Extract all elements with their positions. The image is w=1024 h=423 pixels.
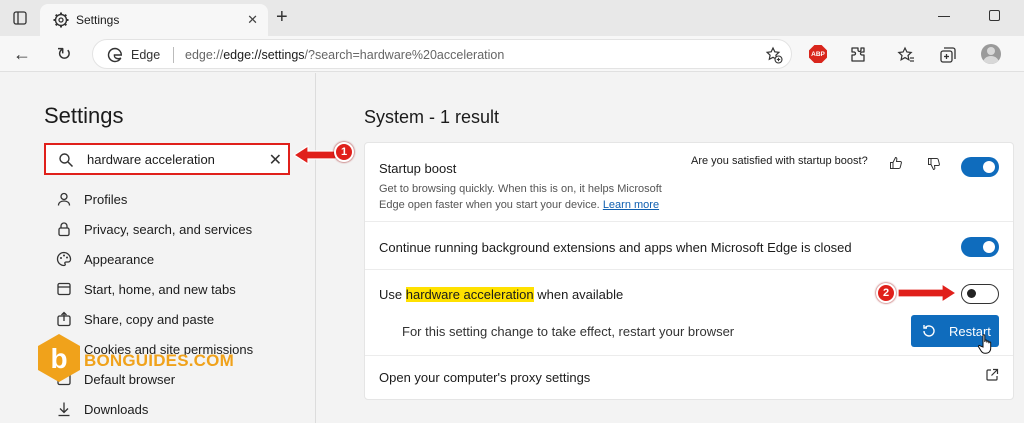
thumbs-down-icon[interactable] [927, 157, 941, 171]
annotation-badge-1: 1 [334, 142, 354, 162]
startup-boost-desc-line2-wrap: Edge open faster when you start your dev… [379, 197, 662, 213]
annotation-arrow-2 [897, 282, 958, 304]
search-highlight: hardware acceleration [405, 287, 534, 302]
search-icon [59, 153, 74, 168]
site-identity-label: Edge [131, 48, 161, 62]
background-apps-label: Continue running background extensions a… [379, 240, 852, 255]
profile-avatar[interactable] [981, 44, 1001, 64]
minimize-icon[interactable] [938, 16, 950, 17]
sidebar-item-share[interactable]: Share, copy and paste [56, 309, 306, 329]
divider [365, 355, 1013, 356]
sidebar-item-label: Appearance [84, 252, 155, 267]
hardware-acceleration-toggle[interactable] [961, 284, 999, 304]
settings-search-input[interactable]: hardware acceleration ✕ [44, 143, 290, 175]
sidebar-item-label: Downloads [84, 402, 149, 417]
tab-settings[interactable]: Settings ✕ [40, 4, 268, 36]
background-apps-toggle[interactable] [961, 237, 999, 257]
address-divider [173, 47, 174, 63]
hw-suffix: when available [533, 287, 624, 302]
lock-icon [58, 222, 70, 237]
clear-search-icon[interactable]: ✕ [269, 150, 282, 170]
bonguides-logo-icon: b [38, 334, 80, 382]
thumbs-up-icon[interactable] [889, 156, 903, 170]
download-icon [58, 402, 70, 417]
startup-boost-description: Get to browsing quickly. When this is on… [379, 181, 662, 213]
profile-icon [57, 192, 71, 206]
startup-boost-desc-line2: Edge open faster when you start your dev… [379, 199, 600, 211]
adblock-extension-icon[interactable]: ABP [809, 45, 827, 63]
sidebar-title: Settings [44, 103, 124, 128]
maximize-icon[interactable] [989, 10, 1000, 21]
sidebar-item-default-browser[interactable]: Default browser [56, 369, 306, 389]
external-link-icon[interactable] [985, 368, 999, 382]
share-icon [57, 311, 71, 327]
page-title: System - 1 result [364, 107, 500, 127]
sidebar-item-label: Start, home, and new tabs [84, 282, 236, 297]
collections-icon[interactable] [938, 45, 958, 65]
annotation-arrow-1 [292, 144, 337, 166]
address-bar[interactable]: Edge edge://edge://settings/?search=hard… [92, 39, 792, 69]
restart-note: For this setting change to take effect, … [402, 324, 735, 339]
learn-more-link[interactable]: Learn more [603, 199, 659, 211]
sidebar-item-downloads[interactable]: Downloads [56, 399, 306, 419]
startup-boost-label: Startup boost [379, 161, 457, 176]
system-settings-card: Startup boost Are you satisfied with sta… [364, 142, 1014, 400]
favorites-icon[interactable] [896, 45, 916, 65]
sidebar-item-label: Profiles [84, 192, 128, 207]
tab-actions-icon[interactable] [10, 8, 30, 28]
sidebar-item-start-home[interactable]: Start, home, and new tabs [56, 279, 306, 299]
add-favorite-icon[interactable] [765, 46, 783, 64]
restart-icon [923, 325, 935, 337]
sidebar-item-label: Privacy, search, and services [84, 222, 253, 237]
sidebar-item-profiles[interactable]: Profiles [56, 189, 306, 209]
sidebar-item-privacy[interactable]: Privacy, search, and services [56, 219, 306, 239]
tab-strip: Settings ✕ + [0, 0, 1024, 36]
url-path: /?search=hardware%20acceleration [304, 48, 505, 62]
svg-text:b: b [50, 343, 67, 374]
refresh-icon[interactable]: ↻ [52, 42, 76, 66]
hw-prefix: Use [379, 287, 406, 302]
power-icon [57, 282, 71, 296]
sidebar-item-label: Share, copy and paste [84, 312, 215, 327]
back-arrow-icon[interactable]: ← [10, 42, 34, 66]
divider [365, 221, 1013, 222]
palette-icon [56, 251, 72, 267]
watermark-text: BONGUIDES.COM [84, 351, 234, 370]
sidebar-item-appearance[interactable]: Appearance [56, 249, 306, 269]
gear-icon [53, 12, 69, 28]
new-tab-icon[interactable]: + [276, 7, 288, 27]
hand-cursor-icon [977, 334, 992, 354]
search-value: hardware acceleration [87, 152, 215, 167]
startup-boost-desc-line1: Get to browsing quickly. When this is on… [379, 183, 662, 195]
tab-close-icon[interactable]: ✕ [247, 12, 258, 28]
annotation-badge-2: 2 [876, 283, 896, 303]
edge-logo-icon [107, 47, 123, 63]
address-toolbar: ← ↻ Edge edge://edge://settings/?search=… [0, 36, 1024, 72]
divider [365, 269, 1013, 270]
feedback-question: Are you satisfied with startup boost? [691, 155, 868, 167]
url-text[interactable]: edge://edge://settings/?search=hardware%… [185, 48, 504, 62]
hardware-acceleration-label: Use hardware acceleration when available [379, 287, 623, 302]
url-host: edge://settings [223, 48, 305, 62]
proxy-settings-label: Open your computer's proxy settings [379, 370, 591, 385]
extensions-icon[interactable] [848, 45, 868, 65]
startup-boost-toggle[interactable] [961, 157, 999, 177]
sidebar-item-label: Default browser [84, 372, 176, 387]
tab-title: Settings [76, 13, 120, 27]
